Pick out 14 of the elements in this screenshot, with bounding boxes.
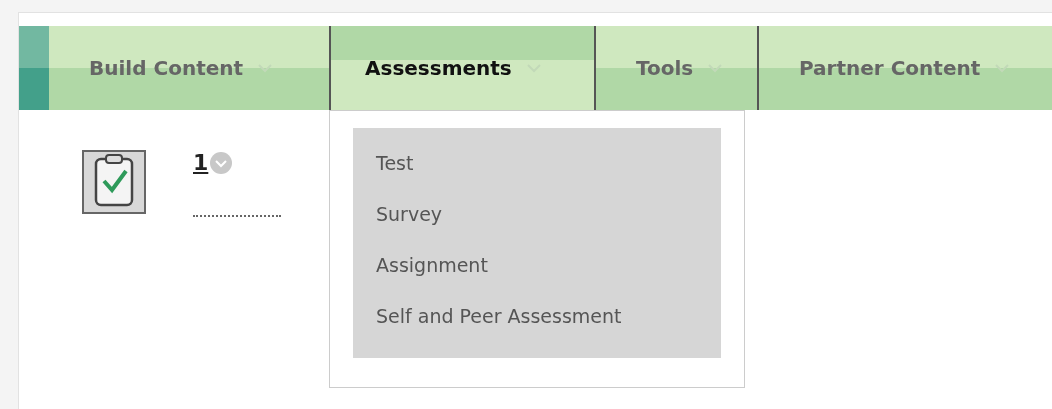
menu-tab[interactable]: Tools (594, 26, 757, 110)
chevron-down-icon (994, 63, 1011, 73)
clipboard-check-icon (82, 150, 146, 214)
chevron-circle-icon[interactable] (210, 151, 233, 174)
item-title-link[interactable]: 1 (193, 150, 209, 175)
menu-item[interactable]: Assignment (376, 250, 698, 301)
chevron-down-icon (707, 63, 724, 73)
menu-item[interactable]: Self and Peer Assessment (376, 301, 698, 352)
menu-item[interactable]: Survey (376, 199, 698, 250)
chevron-down-icon (257, 63, 274, 73)
menu-tab[interactable]: Build Content (49, 26, 329, 110)
menu-tab[interactable]: Partner Content (757, 26, 1052, 110)
menu-item[interactable]: Test (376, 148, 698, 199)
menu-tab[interactable]: Assessments (329, 26, 594, 110)
